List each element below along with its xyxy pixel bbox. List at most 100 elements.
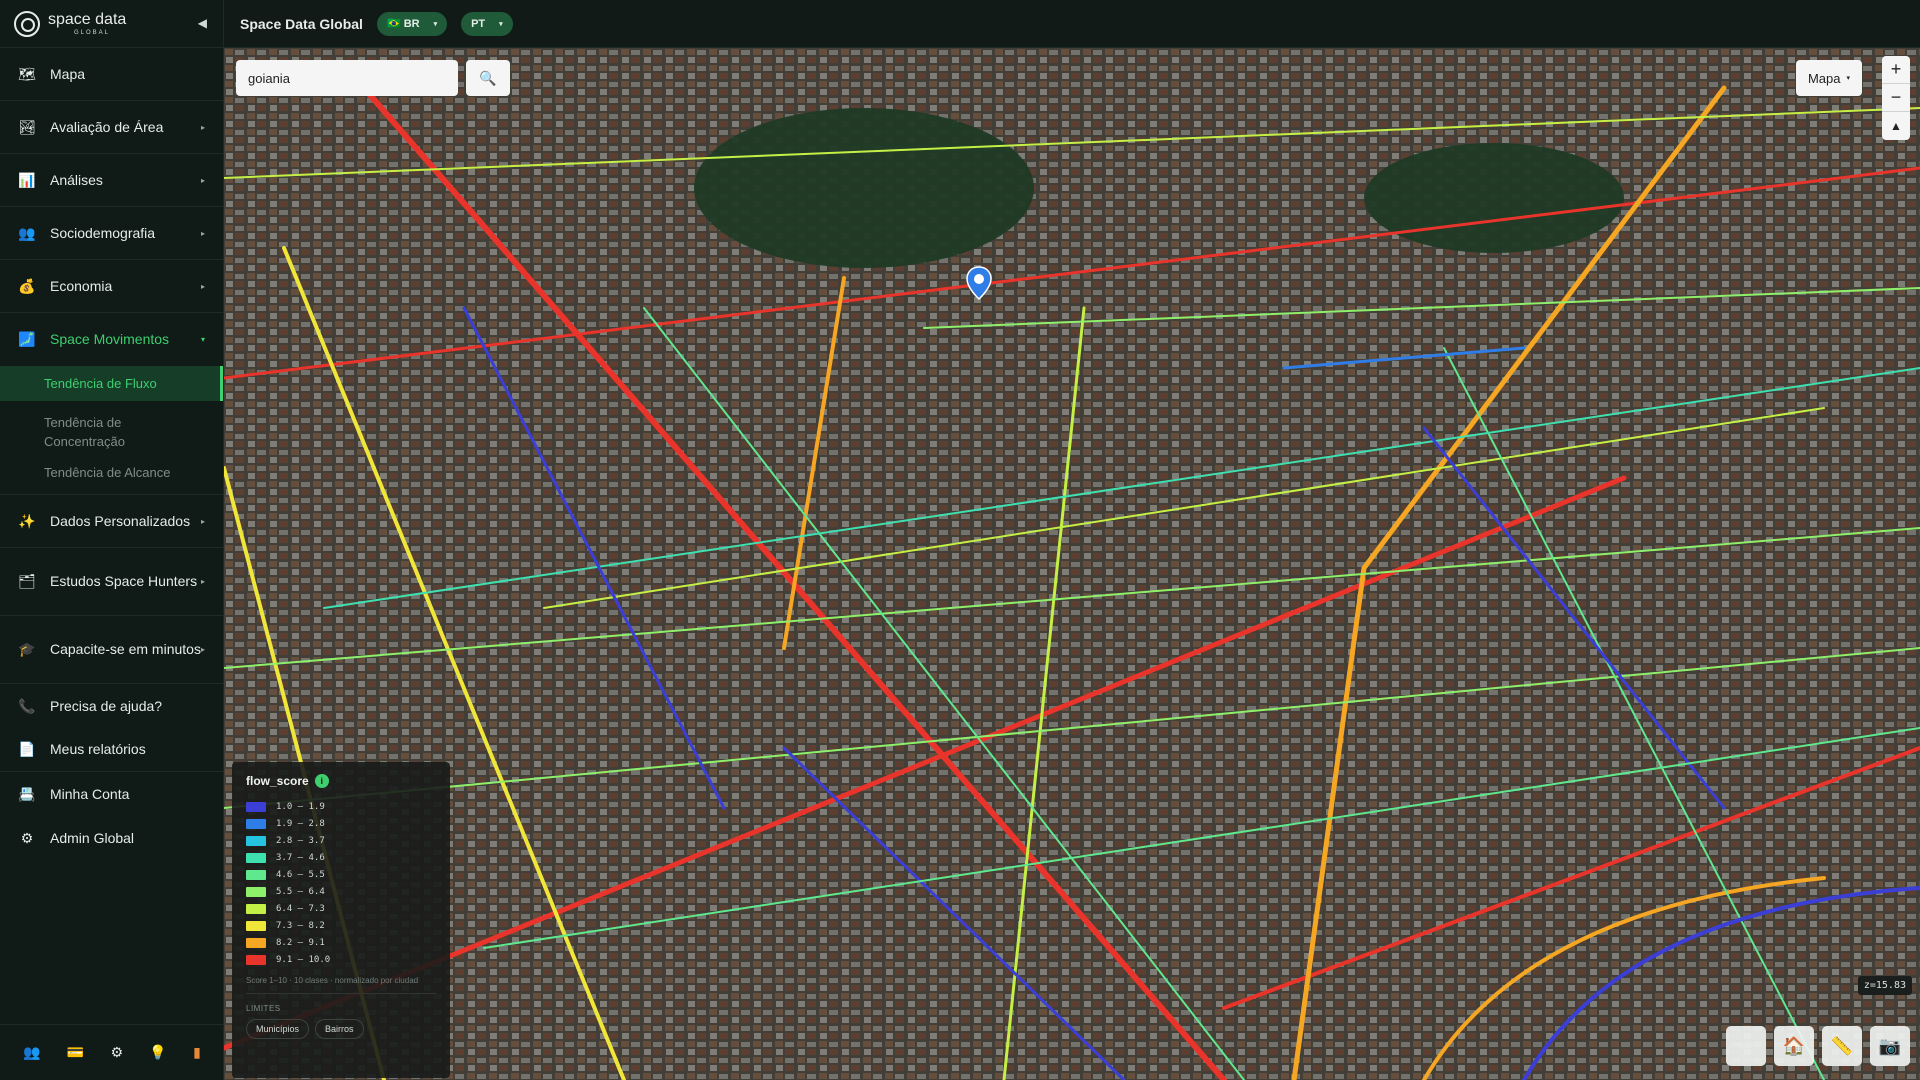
legend-row: 2.8 – 3.7 [246,832,436,849]
exit-icon[interactable]: ▮ [193,1044,201,1061]
map-canvas[interactable]: 🔍 Mapa ▾ + − ▲ z=15.83 ✏ 🏠 📏 📷 flow_scor… [224,48,1920,1080]
sidebar-item-label: Análises [50,171,103,188]
sidebar-item-economia[interactable]: 💰 Economia ▸ [0,260,223,313]
info-icon[interactable]: i [314,774,329,788]
lightbulb-icon[interactable]: 💡 [149,1044,166,1061]
legend-range-label: 3.7 – 4.6 [276,852,325,863]
legend-row: 1.9 – 2.8 [246,815,436,832]
brand-logo-icon [14,10,40,37]
sidebar-item-capacite[interactable]: 🎓 Capacite-se em minutos ▸ [0,616,223,684]
language-value: PT [471,17,486,30]
location-pin-icon[interactable] [966,266,992,300]
app-title: Space Data Global [240,15,363,32]
legend-swatch [246,903,266,914]
brand: space data GLOBAL ◀ [0,0,223,48]
compass-reset-button[interactable]: ▲ [1882,112,1910,140]
settings-icon[interactable]: ⚙ [111,1044,124,1061]
sidebar-item-label: Estudos Space Hunters [50,573,198,589]
sidebar-item-admin-global[interactable]: ⚙ Admin Global [0,816,223,860]
space-movimentos-submenu: Tendência de Fluxo Tendência de Concentr… [0,366,223,495]
chevron-right-icon: ▸ [200,645,205,654]
country-value: 🇧🇷 BR [386,18,420,30]
legend-swatch [246,920,266,931]
limits-municipios-button[interactable]: Municípios [246,1019,310,1039]
users-icon[interactable]: 👥 [23,1044,40,1061]
brand-sub: GLOBAL [74,29,111,36]
legend-row: 3.7 – 4.6 [246,849,436,866]
sidebar-item-estudos[interactable]: 🗂 Estudos Space Hunters ▸ [0,548,223,616]
legend-range-label: 6.4 – 7.3 [276,903,325,914]
sparkle-icon: ✨ [18,512,36,529]
chevron-right-icon: ▸ [200,122,205,132]
satellite-map[interactable] [224,48,1920,1080]
legend-note: Score 1–10 · 10 clases · normalizado por… [246,976,436,994]
screenshot-tool-button[interactable]: 📷 [1870,1026,1910,1066]
search-button[interactable]: 🔍 [466,60,510,96]
subitem-tendencia-concentracao[interactable]: Tendência de Concentração [0,407,223,457]
legend-swatch [246,835,266,846]
search-input[interactable] [248,70,446,86]
sidebar-item-avaliacao[interactable]: 🏞 Avaliação de Área ▸ [0,101,223,154]
legend-range-label: 4.6 – 5.5 [276,869,325,880]
map-tools: ✏ 🏠 📏 📷 [1726,1026,1910,1066]
park-area [694,108,1034,268]
sidebar-item-dados-personalizados[interactable]: ✨ Dados Personalizados ▸ [0,495,223,548]
sidebar-item-analises[interactable]: 📊 Análises ▸ [0,154,223,207]
chevron-right-icon: ▸ [200,228,205,238]
pencil-icon: ✏ [1738,1035,1754,1056]
brand-name: space data [48,10,127,28]
sidebar-item-relatorios[interactable]: 📄 Meus relatórios [0,728,223,772]
account-icon: 📇 [18,785,36,802]
legend-swatch [246,869,266,880]
sidebar-item-ajuda[interactable]: 📞 Precisa de ajuda? [0,684,223,728]
top-bar: Space Data Global 🇧🇷 BR ▾ PT ▾ [224,0,1920,48]
collapse-sidebar-icon[interactable]: ◀ [198,16,207,30]
search-box[interactable] [236,60,458,96]
zoom-out-button[interactable]: − [1882,84,1910,112]
card-icon[interactable]: 💳 [67,1044,84,1061]
legend-swatch [246,886,266,897]
sidebar-item-label: Minha Conta [50,785,130,802]
chevron-right-icon: ▸ [200,281,205,291]
limits-bairros-button[interactable]: Bairros [315,1019,364,1039]
chevron-down-icon: ▾ [499,20,503,28]
legend-swatch [246,852,266,863]
money-bag-icon: 💰 [18,277,36,294]
sidebar-item-label: Dados Personalizados [50,512,191,529]
legend-range-label: 1.9 – 2.8 [276,818,325,829]
subitem-tendencia-fluxo[interactable]: Tendência de Fluxo [0,366,223,401]
legend-row: 6.4 – 7.3 [246,900,436,917]
language-selector[interactable]: PT ▾ [461,11,513,36]
camera-icon: 📷 [1878,1035,1902,1056]
chevron-down-icon: ▾ [200,335,205,344]
chevron-right-icon: ▸ [200,516,205,526]
home-tool-button[interactable]: 🏠 [1774,1026,1814,1066]
subitem-tendencia-alcance[interactable]: Tendência de Alcance [0,457,223,488]
sidebar-item-label: Admin Global [50,829,135,846]
legend-row: 7.3 – 8.2 [246,917,436,934]
legend-range-label: 5.5 – 6.4 [276,886,325,897]
flow-score-legend: flow_score i 1.0 – 1.9 1.9 – 2.8 2.8 – 3.7… [232,762,450,1078]
legend-row: 9.1 – 10.0 [246,951,436,968]
legend-rows: 1.0 – 1.9 1.9 – 2.8 2.8 – 3.7 3.7 – 4.6 4.6 … [246,798,436,968]
zoom-in-button[interactable]: + [1882,56,1910,84]
sidebar-item-label: Economia [50,277,113,294]
legend-swatch [246,818,266,829]
draw-tool-button[interactable]: ✏ [1726,1026,1766,1066]
legend-row: 8.2 – 9.1 [246,934,436,951]
sidebar-item-space-movimentos[interactable]: 🗾 Space Movimentos ▾ [0,313,223,366]
country-selector[interactable]: 🇧🇷 BR ▾ [376,11,448,36]
map-layer-value: Mapa [1807,70,1841,86]
sidebar-item-minha-conta[interactable]: 📇 Minha Conta [0,772,223,816]
map-layer-select[interactable]: Mapa ▾ [1795,60,1862,96]
sidebar-item-sociodemografia[interactable]: 👥 Sociodemografia ▸ [0,207,223,260]
graduation-icon: 🎓 [18,641,36,657]
measure-tool-button[interactable]: 📏 [1822,1026,1862,1066]
legend-row: 1.0 – 1.9 [246,798,436,815]
sidebar-item-mapa[interactable]: 🗺 Mapa [0,48,223,101]
chart-icon: 📊 [18,171,36,188]
sidebar-item-label: Avaliação de Área [50,118,164,135]
chevron-down-icon: ▾ [433,20,438,28]
phone-icon: 📞 [18,697,36,714]
legend-range-label: 9.1 – 10.0 [276,954,331,965]
